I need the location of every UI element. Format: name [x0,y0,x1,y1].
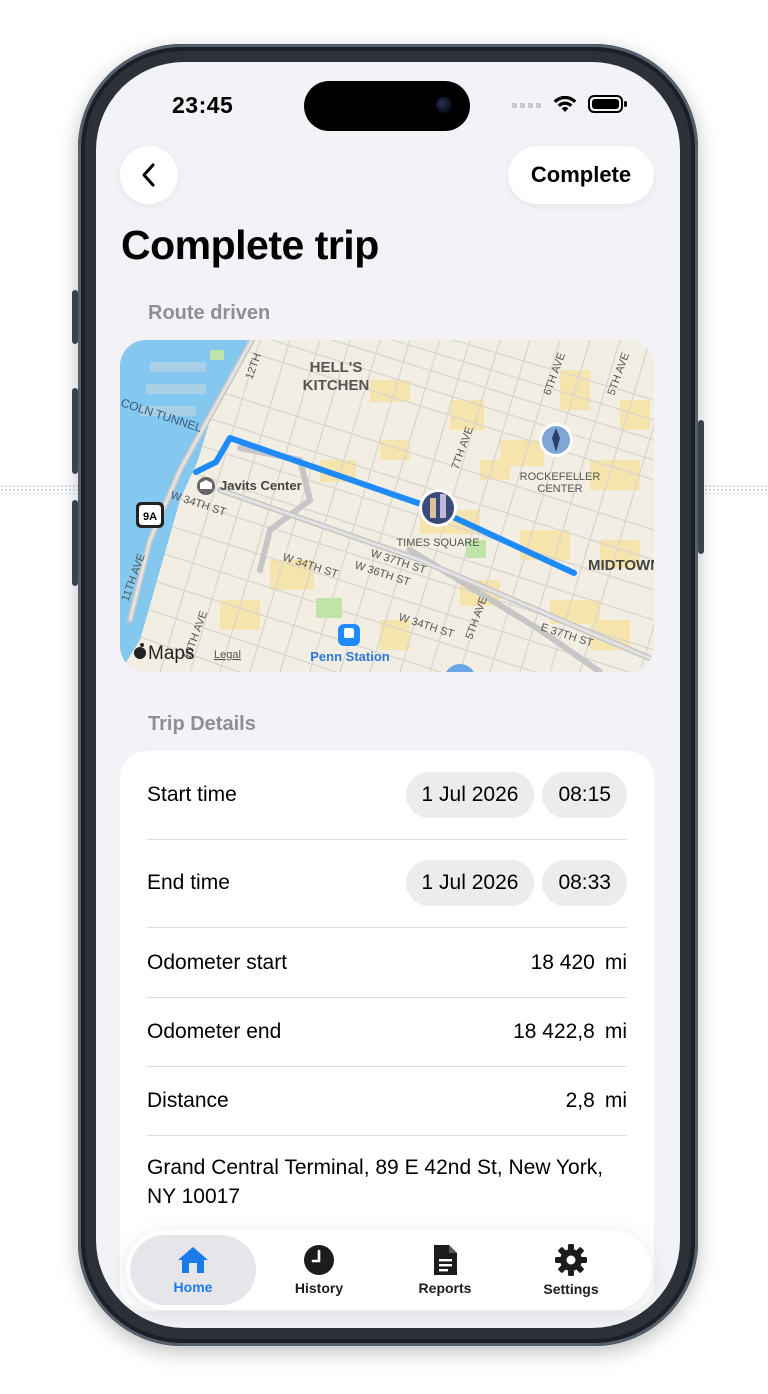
odometer-start-row[interactable]: Odometer start 18 420 mi [147,941,627,985]
map-label-hells-kitchen-2: KITCHEN [303,377,370,394]
volume-down-button [72,500,78,586]
back-button[interactable] [120,146,178,204]
odometer-start-label: Odometer start [147,951,288,974]
document-icon [434,1245,457,1275]
tab-settings[interactable]: Settings [508,1230,634,1310]
map-label-midtown: MIDTOWN [588,557,654,574]
map-label-javits: Javits Center [220,478,302,493]
dynamic-island [304,81,470,131]
phone-screen: 23:45 Complete Complete trip Route drive… [96,62,680,1328]
page-title: Complete trip [121,222,379,268]
complete-button[interactable]: Complete [508,146,654,204]
tab-reports[interactable]: Reports [382,1230,508,1310]
tab-bar: Home History Reports Settings [126,1230,652,1310]
odometer-start-unit: mi [604,951,627,974]
gear-icon [555,1244,587,1276]
battery-icon [588,95,627,113]
start-time-picker[interactable]: 08:15 [542,772,627,818]
map-label-penn-station: Penn Station [310,649,390,664]
divider [147,1135,627,1136]
tab-home[interactable]: Home [130,1235,256,1305]
map-label-rockefeller-2: CENTER [537,483,582,495]
tab-reports-label: Reports [418,1280,472,1296]
legal-link[interactable]: Legal [214,649,241,661]
divider [147,839,627,840]
tab-home-label: Home [173,1279,213,1295]
trip-details-section-label: Trip Details [148,713,256,735]
map-label-times-square: TIMES SQUARE [396,537,479,549]
end-date-picker[interactable]: 1 Jul 2026 [405,860,535,906]
route-9a-label: 9A [143,511,157,523]
odometer-end-row[interactable]: Odometer end 18 422,8 mi [147,1010,627,1054]
map-label-rockefeller: ROCKEFELLER [520,471,601,483]
divider [147,927,627,928]
divider [147,1066,627,1067]
end-time-picker[interactable]: 08:33 [542,860,627,906]
tab-settings-label: Settings [543,1281,599,1297]
cellular-signal-icon [512,103,541,108]
trip-details-card: Start time 1 Jul 2026 08:15 End time 1 Ju… [120,751,654,1311]
odometer-end-value[interactable]: 18 422,8 [513,1020,595,1044]
end-time-row: End time 1 Jul 2026 08:33 [147,859,627,907]
start-time-row: Start time 1 Jul 2026 08:15 [147,771,627,819]
house-icon [178,1247,208,1273]
tab-history-label: History [294,1280,344,1296]
end-time-label: End time [147,871,230,894]
odometer-end-unit: mi [604,1020,627,1043]
volume-up-button [72,388,78,474]
map-label-hells-kitchen: HELL'S [310,359,363,376]
odometer-end-label: Odometer end [147,1020,282,1043]
status-time: 23:45 [172,92,234,118]
camera-icon [436,97,452,113]
tab-history[interactable]: History [256,1230,382,1310]
power-button [698,420,704,554]
start-time-label: Start time [147,783,237,806]
distance-value: 2,8 [565,1089,595,1112]
map-canvas: 9A HELL'S KITCHEN ROCKEFELLER CENTER Jav… [120,340,654,672]
odometer-start-value[interactable]: 18 420 [531,951,595,975]
start-address-text: Grand Central Terminal, 89 E 42nd St, Ne… [147,1156,604,1208]
distance-row: Distance 2,8 mi [147,1079,627,1123]
divider [147,997,627,998]
route-section-label: Route driven [148,302,271,324]
start-date-picker[interactable]: 1 Jul 2026 [405,772,535,818]
status-icons [512,94,628,114]
action-button [72,290,78,344]
chevron-left-icon [142,163,155,187]
clock-icon [304,1245,334,1275]
maps-brand: Maps [148,643,194,664]
wifi-icon [553,95,577,112]
start-address-row[interactable]: Grand Central Terminal, 89 E 42nd St, Ne… [147,1153,627,1211]
distance-unit: mi [604,1089,627,1112]
route-map[interactable]: 9A HELL'S KITCHEN ROCKEFELLER CENTER Jav… [120,340,654,672]
distance-label: Distance [147,1089,229,1112]
